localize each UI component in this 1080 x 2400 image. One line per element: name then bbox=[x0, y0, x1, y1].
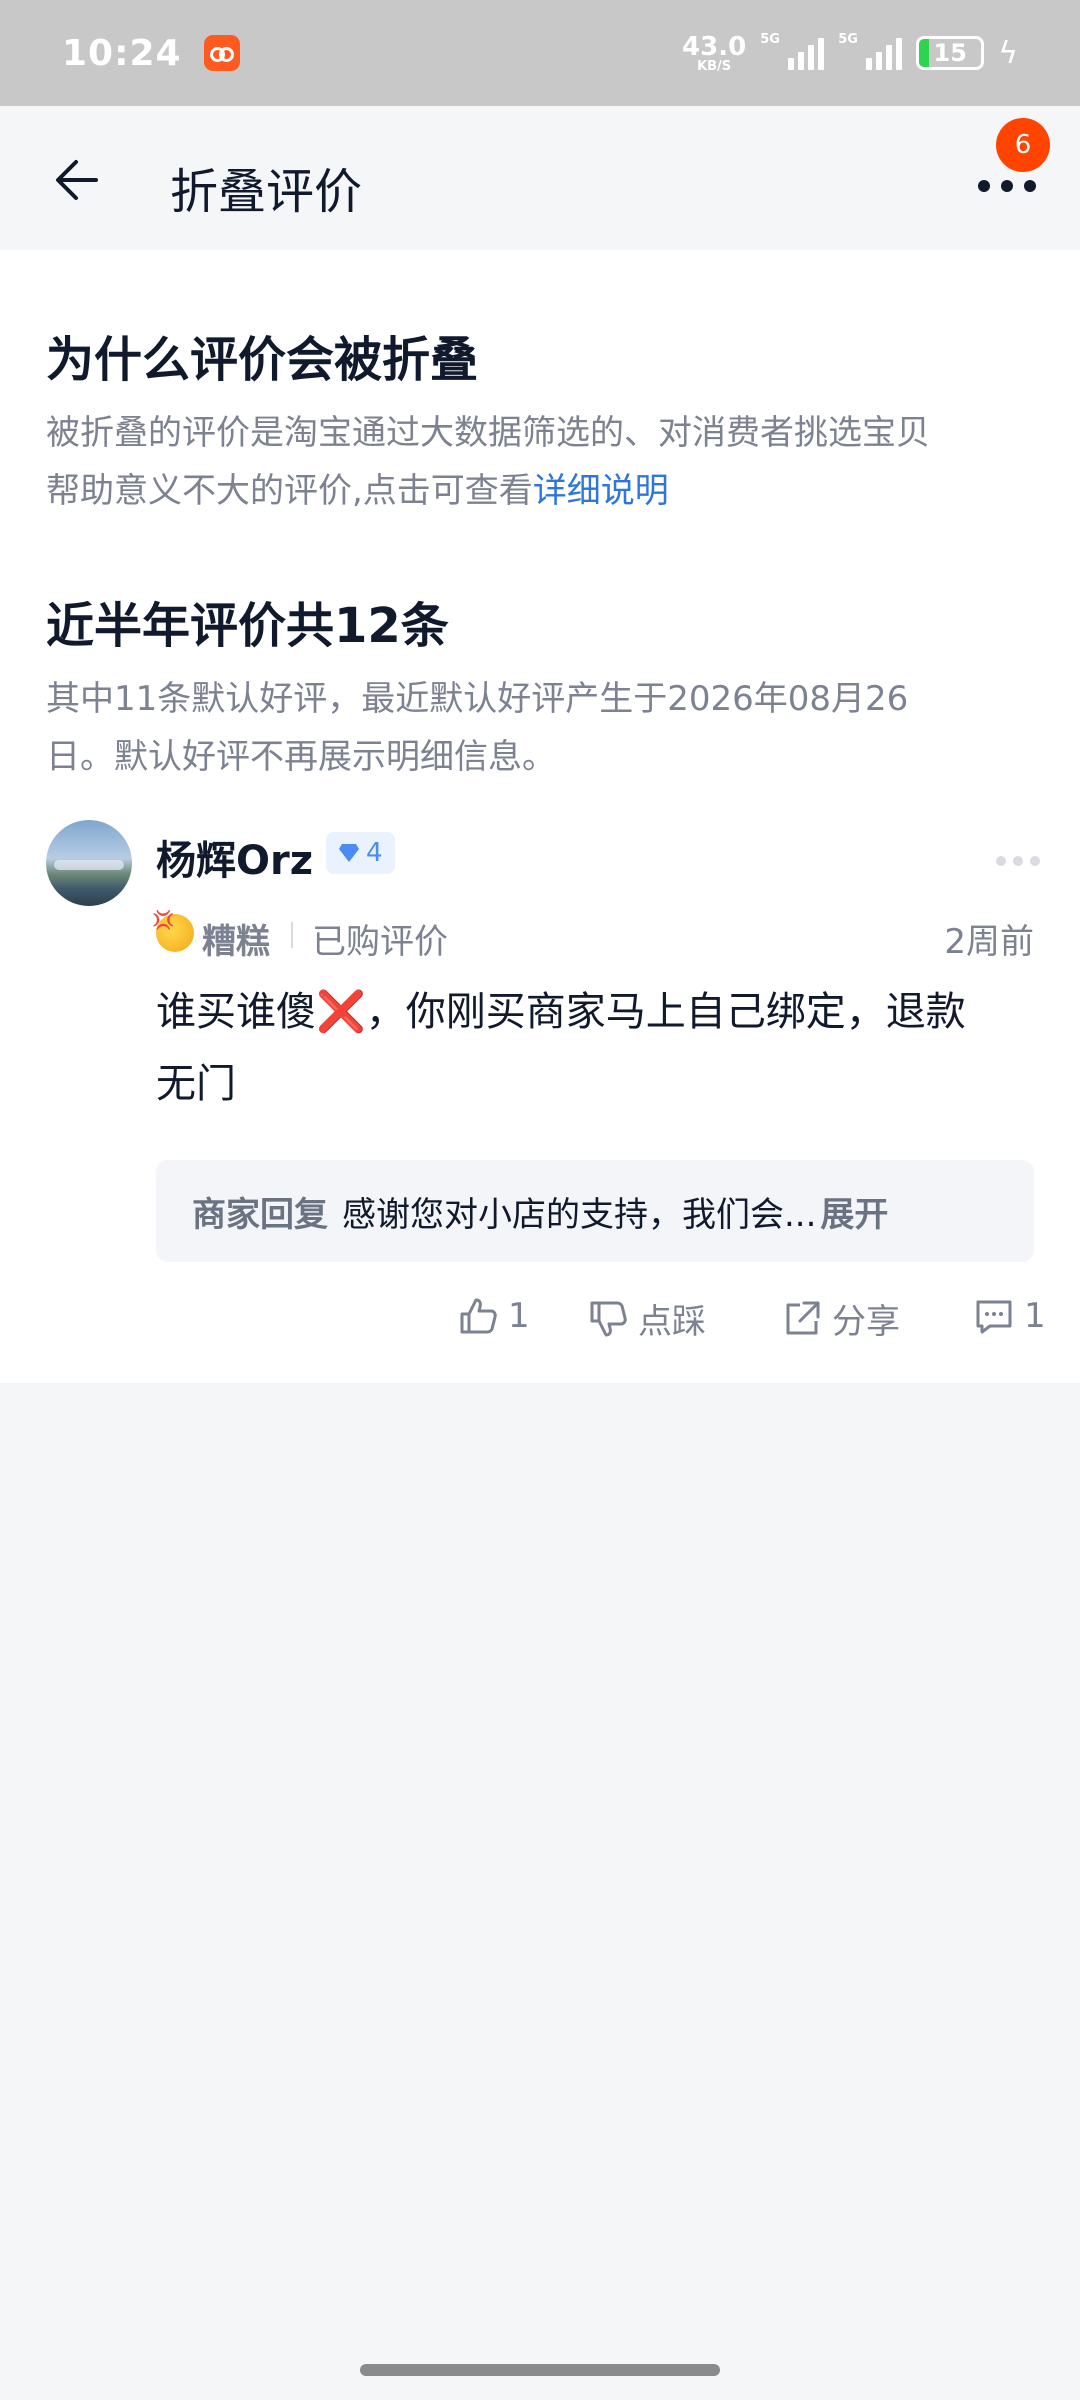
comment-count: 1 bbox=[1024, 1296, 1046, 1336]
comment-icon bbox=[976, 1300, 1012, 1334]
why-folded-title: 为什么评价会被折叠 bbox=[46, 332, 479, 388]
network-speed-unit: KB/S bbox=[697, 58, 732, 74]
seller-reply-text: 感谢您对小店的支持，我们会... bbox=[342, 1194, 817, 1235]
charging-icon: ϟ bbox=[998, 35, 1018, 71]
comment-button[interactable]: 1 bbox=[972, 1294, 1046, 1338]
avatar[interactable] bbox=[46, 820, 132, 906]
signal-5g-label: 5G bbox=[760, 32, 780, 47]
angry-face-icon: 💢 bbox=[152, 910, 194, 952]
thumbs-down-icon bbox=[590, 1301, 627, 1336]
battery-level: 15 bbox=[933, 39, 967, 67]
taobao-app-icon bbox=[203, 35, 240, 71]
signal-5g-label-2: 5G bbox=[838, 32, 858, 47]
member-level-badge: 4 bbox=[326, 832, 395, 874]
review-time: 2周前 bbox=[944, 922, 1034, 962]
home-indicator[interactable] bbox=[360, 2364, 720, 2376]
verified-purchase-label: 已购评价 bbox=[312, 922, 448, 962]
share-icon bbox=[786, 1301, 820, 1334]
like-count: 1 bbox=[508, 1296, 530, 1336]
notification-badge: 6 bbox=[996, 118, 1050, 172]
network-speed: 43.0 KB/S bbox=[682, 34, 746, 73]
diamond-icon bbox=[339, 844, 359, 862]
page-title: 折叠评价 bbox=[170, 164, 363, 220]
review-count-desc-line1: 其中11条默认好评，最近默认好评产生于2026年08月26 bbox=[46, 679, 909, 719]
review-count-title: 近半年评价共12条 bbox=[46, 598, 449, 654]
review-text-line2: 无门 bbox=[156, 1061, 236, 1107]
expand-reply-button[interactable]: 展开 bbox=[820, 1187, 888, 1236]
back-arrow-icon bbox=[56, 160, 98, 200]
signal-icon: 5G bbox=[760, 32, 825, 70]
why-folded-desc-line2: 帮助意义不大的评价,点击可查看 bbox=[46, 471, 533, 511]
share-button[interactable]: 分享 bbox=[780, 1294, 900, 1343]
network-speed-value: 43.0 bbox=[682, 31, 747, 62]
review-actions: 1 点踩 分享 1 bbox=[0, 1294, 1080, 1354]
nav-bar: 折叠评价 6 bbox=[0, 106, 1080, 250]
review-text-line1: 谁买谁傻❌，你刚买商家马上自己绑定，退款 bbox=[156, 989, 966, 1035]
battery-icon: 15 bbox=[916, 36, 985, 70]
review-count-desc: 其中11条默认好评，最近默认好评产生于2026年08月26 日。默认好评不再展示… bbox=[46, 670, 1036, 786]
dislike-button[interactable]: 点踩 bbox=[586, 1294, 706, 1343]
member-level-value: 4 bbox=[366, 838, 383, 868]
rating-label: 糟糕 bbox=[202, 922, 270, 962]
empty-area bbox=[0, 1400, 1080, 2400]
status-bar: 10:24 43.0 KB/S 5G 5G 15 ϟ bbox=[0, 0, 1080, 106]
review-text: 谁买谁傻❌，你刚买商家马上自己绑定，退款 无门 bbox=[156, 976, 1036, 1120]
why-folded-desc: 被折叠的评价是淘宝通过大数据筛选的、对消费者挑选宝贝 帮助意义不大的评价,点击可… bbox=[46, 404, 1036, 520]
detail-explanation-link[interactable]: 详细说明 bbox=[533, 471, 669, 511]
reviewer-name[interactable]: 杨辉Orz bbox=[156, 828, 313, 886]
thumbs-up-icon bbox=[460, 1298, 497, 1334]
seller-reply-label: 商家回复 bbox=[192, 1194, 328, 1235]
meta-divider bbox=[291, 922, 293, 948]
signal-icon-2: 5G bbox=[838, 32, 903, 70]
why-folded-desc-line2-wrap: 帮助意义不大的评价,点击可查看详细说明 bbox=[46, 462, 1036, 520]
status-time: 10:24 bbox=[62, 32, 182, 74]
content-card: 为什么评价会被折叠 被折叠的评价是淘宝通过大数据筛选的、对消费者挑选宝贝 帮助意… bbox=[0, 250, 1080, 1383]
share-label: 分享 bbox=[832, 1302, 900, 1342]
review-more-button[interactable] bbox=[996, 856, 1040, 866]
review-count-desc-line2: 日。默认好评不再展示明细信息。 bbox=[46, 737, 556, 777]
dislike-label: 点踩 bbox=[638, 1302, 706, 1342]
status-indicators: 43.0 KB/S 5G 5G 15 ϟ bbox=[682, 32, 1018, 73]
seller-reply[interactable]: 商家回复 感谢您对小店的支持，我们会... 展开 bbox=[156, 1160, 1034, 1262]
back-button[interactable] bbox=[50, 150, 110, 210]
why-folded-desc-line1: 被折叠的评价是淘宝通过大数据筛选的、对消费者挑选宝贝 bbox=[46, 413, 930, 453]
like-button[interactable]: 1 bbox=[456, 1294, 530, 1338]
